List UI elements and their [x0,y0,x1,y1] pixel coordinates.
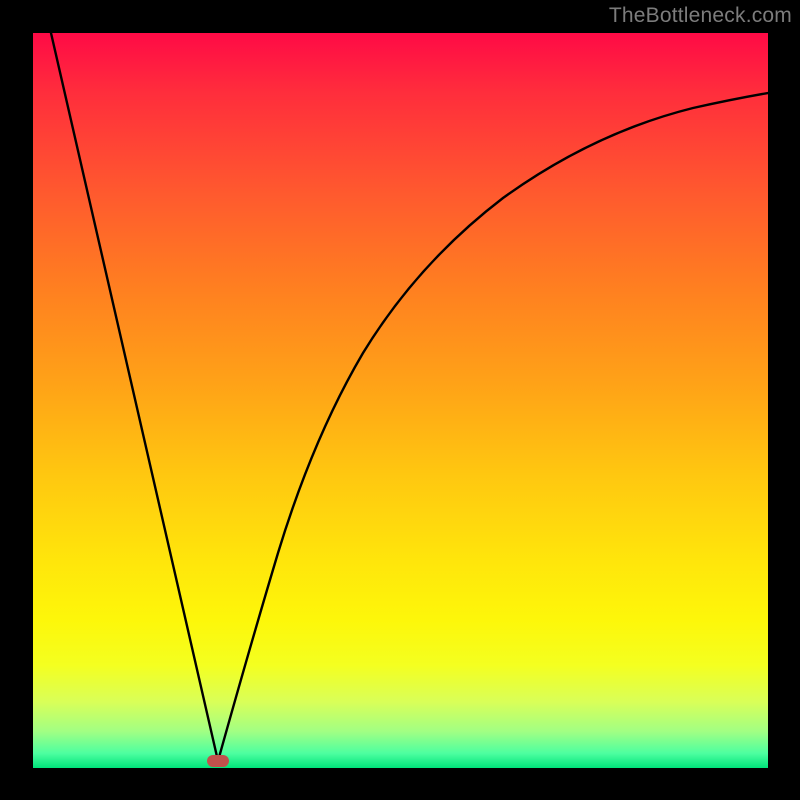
bottleneck-curve [33,33,768,768]
chart-frame: TheBottleneck.com [0,0,800,800]
watermark-text: TheBottleneck.com [609,4,792,28]
optimal-point-marker [207,755,229,767]
curve-right-branch [218,93,768,761]
curve-left-branch [51,33,218,761]
plot-area [33,33,768,768]
